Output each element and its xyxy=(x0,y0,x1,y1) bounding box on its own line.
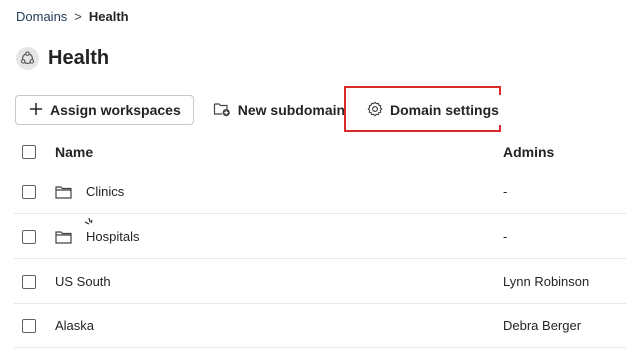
row-checkbox[interactable] xyxy=(22,229,36,244)
folder-icon xyxy=(55,185,72,199)
new-subdomain-label: New subdomain xyxy=(237,102,346,118)
table-row[interactable]: Clinics - xyxy=(14,170,626,214)
select-all-checkbox[interactable] xyxy=(22,145,36,159)
folder-icon xyxy=(55,230,72,244)
table-row[interactable]: Hospitals - xyxy=(14,215,626,259)
breadcrumb-separator: > xyxy=(74,9,82,24)
click-cursor-icon xyxy=(83,217,97,234)
row-admins: - xyxy=(503,184,508,199)
row-admins: Debra Berger xyxy=(503,318,582,333)
row-name[interactable]: Alaska xyxy=(55,318,94,333)
assign-workspaces-label: Assign workspaces xyxy=(50,102,181,118)
domain-settings-label: Domain settings xyxy=(390,102,499,118)
table-row[interactable]: Alaska Debra Berger xyxy=(14,304,626,348)
breadcrumb-domains-link[interactable]: Domains xyxy=(16,9,67,24)
row-name[interactable]: Clinics xyxy=(86,184,124,199)
table-row[interactable]: US South Lynn Robinson xyxy=(14,260,626,304)
toolbar: Assign workspaces New subdomain xyxy=(15,94,359,126)
title-row: Health xyxy=(16,47,109,70)
row-name-cell: Alaska xyxy=(55,318,94,333)
row-admins: - xyxy=(503,229,508,244)
breadcrumb-current: Health xyxy=(88,9,129,24)
table-header-row: Name Admins xyxy=(14,130,626,174)
row-checkbox[interactable] xyxy=(22,318,36,333)
row-name-cell: Hospitals xyxy=(55,217,139,244)
row-checkbox[interactable] xyxy=(22,274,36,289)
row-name-cell: Clinics xyxy=(55,184,124,199)
assign-workspaces-button[interactable]: Assign workspaces xyxy=(15,95,194,125)
row-name-cell: US South xyxy=(55,274,111,289)
new-subdomain-button[interactable]: New subdomain xyxy=(199,95,359,125)
column-header-name[interactable]: Name xyxy=(55,144,93,160)
folder-add-icon xyxy=(213,101,231,120)
domain-settings-button[interactable]: Domain settings xyxy=(354,95,512,125)
domain-page: Domains > Health Health Assign workspace… xyxy=(0,0,626,354)
column-header-admins[interactable]: Admins xyxy=(503,144,554,160)
plus-icon xyxy=(29,102,43,119)
gear-icon xyxy=(367,101,383,120)
page-title: Health xyxy=(48,47,110,69)
row-admins: Lynn Robinson xyxy=(503,274,590,289)
row-checkbox[interactable] xyxy=(22,184,36,199)
breadcrumb: Domains > Health xyxy=(16,9,129,24)
domain-icon xyxy=(16,47,39,70)
row-name[interactable]: US South xyxy=(55,274,111,289)
